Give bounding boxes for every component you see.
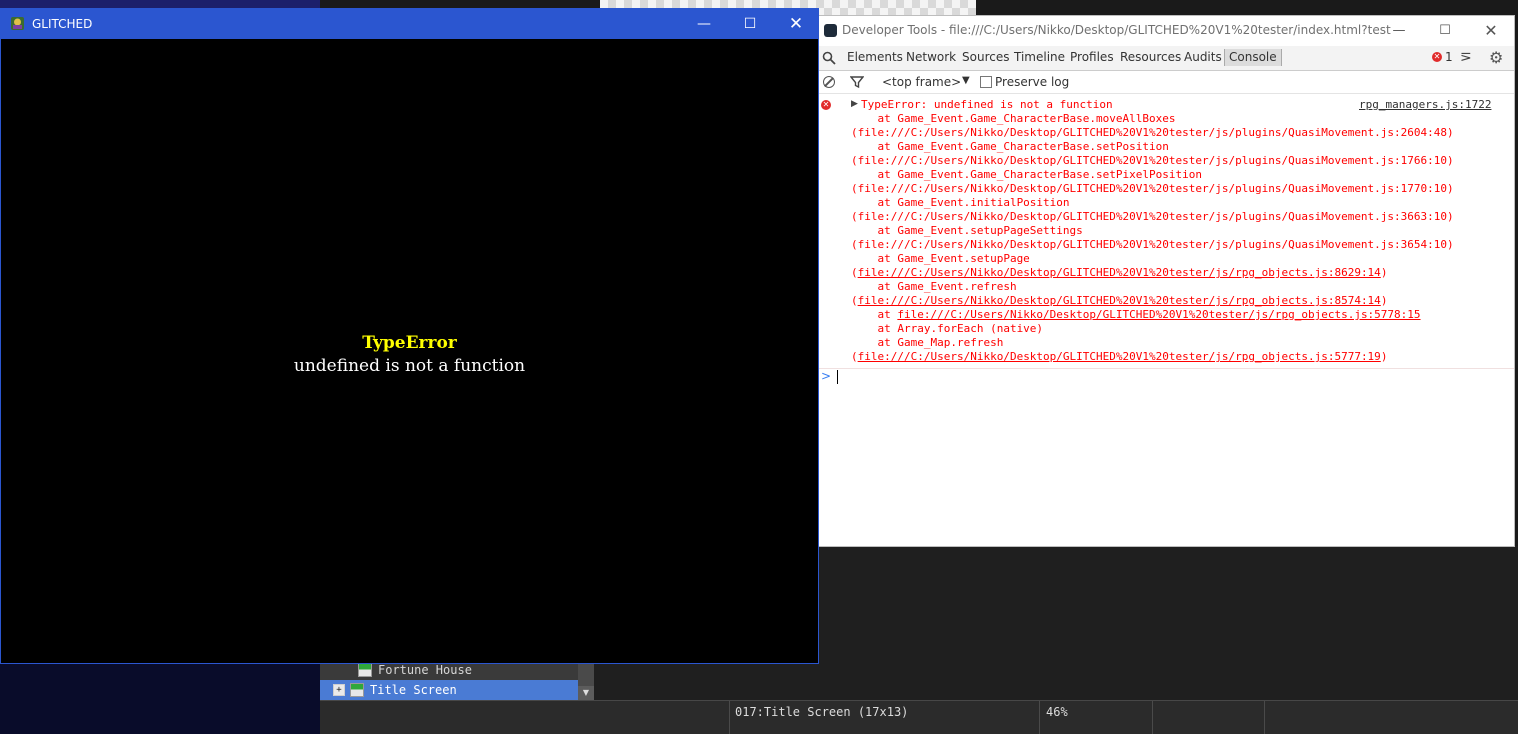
error-source-link[interactable]: rpg_managers.js:1722 <box>1359 98 1491 111</box>
map-icon <box>350 683 364 697</box>
stack-location: (file:///C:/Users/Nikko/Desktop/GLITCHED… <box>851 294 1388 307</box>
stack-location: (file:///C:/Users/Nikko/Desktop/GLITCHED… <box>851 126 1454 139</box>
tab-resources[interactable]: Resources <box>1120 50 1181 64</box>
stack-link[interactable]: file:///C:/Users/Nikko/Desktop/GLITCHED%… <box>897 308 1420 321</box>
stack-frame: at file:///C:/Users/Nikko/Desktop/GLITCH… <box>851 308 1420 322</box>
minimize-button[interactable]: — <box>1376 16 1422 46</box>
tab-profiles[interactable]: Profiles <box>1070 50 1114 64</box>
tab-audits[interactable]: Audits <box>1184 50 1222 64</box>
stack-location: (file:///C:/Users/Nikko/Desktop/GLITCHED… <box>851 182 1454 195</box>
game-error-title: TypeError <box>362 333 457 353</box>
map-tree-scrollbar[interactable]: ▼ <box>578 660 594 700</box>
devtools-window: Developer Tools - file:///C:/Users/Nikko… <box>818 16 1514 546</box>
devtools-title: Developer Tools - file:///C:/Users/Nikko… <box>842 23 1391 37</box>
stack-location: (file:///C:/Users/Nikko/Desktop/GLITCHED… <box>851 350 1388 363</box>
game-titlebar[interactable]: GLITCHED — ☐ ✕ <box>1 9 818 39</box>
stack-frame: at Game_Event.Game_CharacterBase.moveAll… <box>851 112 1176 125</box>
stack-frame: at Game_Map.refresh <box>851 336 1004 349</box>
devtools-titlebar[interactable]: Developer Tools - file:///C:/Users/Nikko… <box>818 16 1514 46</box>
maximize-button[interactable]: ☐ <box>727 9 773 39</box>
error-icon: ✕ <box>821 100 831 110</box>
game-title: GLITCHED <box>32 17 93 31</box>
tab-sources[interactable]: Sources <box>962 50 1009 64</box>
app-icon <box>11 17 24 30</box>
devtools-tabbar: Elements Network Sources Timeline Profil… <box>818 46 1514 71</box>
status-zoom: 46% <box>1046 705 1068 719</box>
drawer-toggle-icon[interactable]: ⋝ <box>1460 49 1472 65</box>
stack-location: (file:///C:/Users/Nikko/Desktop/GLITCHED… <box>851 210 1454 223</box>
console-prompt-icon: > <box>821 369 832 383</box>
stack-frame: at Game_Event.Game_CharacterBase.setPixe… <box>851 168 1202 181</box>
status-segment: 017:Title Screen (17x13) <box>730 701 1040 734</box>
inspect-search-icon[interactable] <box>822 51 836 65</box>
map-tree-item-label: Fortune House <box>378 663 472 677</box>
map-icon <box>358 663 372 677</box>
chevron-down-icon[interactable]: ▼ <box>962 75 970 86</box>
error-headline: TypeError: undefined is not a function <box>861 98 1113 111</box>
close-button[interactable]: ✕ <box>1468 16 1514 46</box>
map-tree-item-title-screen[interactable]: + Title Screen <box>320 680 578 700</box>
frame-select[interactable]: <top frame> <box>882 75 961 89</box>
console-input[interactable] <box>837 370 838 384</box>
maximize-button[interactable]: ☐ <box>1422 16 1468 46</box>
console-output: ✕ ▶ TypeError: undefined is not a functi… <box>818 94 1514 546</box>
status-segment <box>320 701 730 734</box>
map-tree-panel: Fortune House + Title Screen <box>320 660 594 700</box>
status-segment <box>1153 701 1265 734</box>
devtools-logo-icon <box>824 24 837 37</box>
game-window: GLITCHED — ☐ ✕ TypeError undefined is no… <box>0 8 819 664</box>
game-error-message: undefined is not a function <box>293 356 526 376</box>
tab-timeline[interactable]: Timeline <box>1014 50 1065 64</box>
scroll-down-icon[interactable]: ▼ <box>578 686 594 700</box>
stack-location: (file:///C:/Users/Nikko/Desktop/GLITCHED… <box>851 266 1388 279</box>
close-button[interactable]: ✕ <box>773 9 819 39</box>
stack-frame: at Game_Event.initialPosition <box>851 196 1070 209</box>
expand-icon[interactable]: + <box>333 684 345 696</box>
stack-frame: at Game_Event.refresh <box>851 280 1017 293</box>
console-error-message: ✕ ▶ TypeError: undefined is not a functi… <box>818 94 1514 369</box>
tab-elements[interactable]: Elements <box>847 50 903 64</box>
status-map-info: 017:Title Screen (17x13) <box>735 705 909 719</box>
error-count-badge[interactable]: ✕ 1 <box>1432 50 1453 64</box>
gear-icon[interactable]: ⚙ <box>1489 48 1503 67</box>
tab-console[interactable]: Console <box>1224 49 1282 66</box>
filter-icon[interactable] <box>850 75 864 89</box>
stack-link[interactable]: file:///C:/Users/Nikko/Desktop/GLITCHED%… <box>858 350 1381 363</box>
stack-link[interactable]: file:///C:/Users/Nikko/Desktop/GLITCHED%… <box>858 294 1381 307</box>
preserve-log-label: Preserve log <box>995 75 1070 89</box>
clear-console-icon[interactable] <box>823 76 835 88</box>
stack-frame: at Game_Event.setupPage <box>851 252 1030 265</box>
stack-location: (file:///C:/Users/Nikko/Desktop/GLITCHED… <box>851 154 1454 167</box>
tab-network[interactable]: Network <box>906 50 956 64</box>
map-tree-item-label: Title Screen <box>370 683 457 697</box>
error-count: 1 <box>1445 50 1453 64</box>
stack-link[interactable]: file:///C:/Users/Nikko/Desktop/GLITCHED%… <box>858 266 1381 279</box>
minimize-button[interactable]: — <box>681 9 727 39</box>
status-segment: 46% <box>1040 701 1153 734</box>
stack-frame: at Array.forEach (native) <box>851 322 1044 335</box>
preserve-log-checkbox[interactable] <box>980 76 992 88</box>
stack-frame: at Game_Event.Game_CharacterBase.setPosi… <box>851 140 1169 153</box>
stack-location: (file:///C:/Users/Nikko/Desktop/GLITCHED… <box>851 238 1454 251</box>
expand-triangle-icon[interactable]: ▶ <box>851 99 858 109</box>
error-icon: ✕ <box>1432 52 1442 62</box>
editor-status-bar: 017:Title Screen (17x13) 46% <box>320 700 1518 734</box>
desktop-background-accent <box>0 0 320 8</box>
console-toolbar: <top frame> ▼ Preserve log <box>818 71 1514 94</box>
stack-frame: at Game_Event.setupPageSettings <box>851 224 1083 237</box>
stack-prefix: at <box>851 308 898 321</box>
